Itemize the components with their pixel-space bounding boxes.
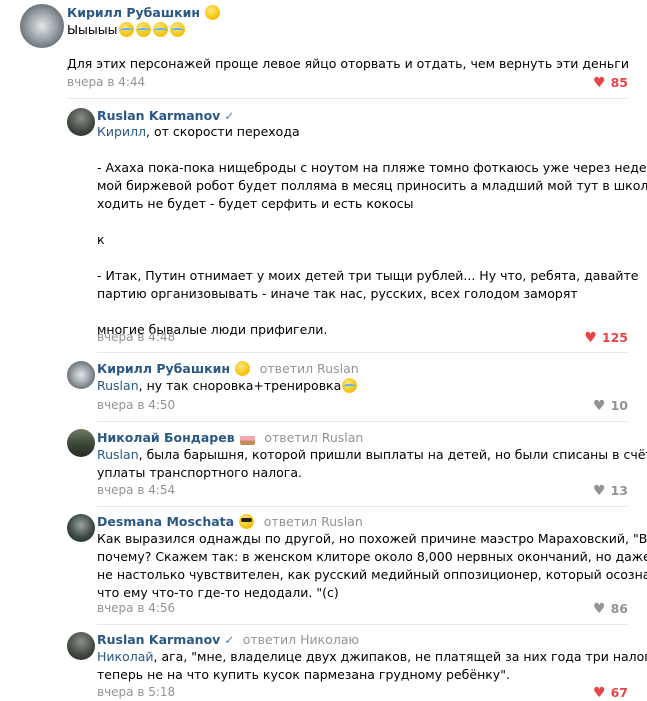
comment-time[interactable]: вчера в 4:56 (97, 601, 175, 615)
laughing-emoji-icon (152, 22, 168, 37)
avatar[interactable] (20, 4, 64, 48)
relieved-emoji-icon (235, 361, 251, 376)
divider (97, 352, 628, 353)
replied-to[interactable]: ответил Ruslan (260, 361, 359, 376)
comment-author[interactable]: Ruslan Karmanov ✓ (97, 108, 234, 123)
comment-author[interactable]: Кирилл Рубашкин (67, 5, 221, 20)
heart-icon: ♥ (593, 482, 606, 499)
avatar[interactable] (67, 429, 95, 457)
divider (97, 506, 628, 507)
comment-author[interactable]: Николай Бондарев ответил Ruslan (97, 430, 363, 445)
like-count: 86 (610, 601, 628, 616)
comment-author[interactable]: Кирилл Рубашкин ответил Ruslan (97, 361, 359, 376)
heart-icon: ♥ (584, 329, 597, 346)
comment-time[interactable]: вчера в 4:54 (97, 483, 175, 497)
comment-author[interactable]: Ruslan Karmanov ✓ ответил Николаю (97, 632, 359, 647)
avatar[interactable] (67, 514, 95, 542)
like-count: 10 (610, 398, 628, 413)
like-button[interactable]: ♥ 13 (593, 483, 628, 498)
like-button[interactable]: ♥ 85 (593, 75, 628, 90)
heart-icon: ♥ (593, 600, 606, 617)
comment-first-line: Ыыыыы (67, 21, 186, 39)
like-button[interactable]: ♥ 86 (593, 601, 628, 616)
comment-author[interactable]: Desmana Moschata ответил Ruslan (97, 514, 363, 529)
comment-text: Кирилл, от скорости перехода - Ахаха пок… (97, 124, 647, 337)
comment-text: Николай, ага, "мне, владелице двух джипа… (97, 649, 647, 682)
verified-check-icon: ✓ (224, 109, 235, 123)
verified-check-icon: ✓ (224, 633, 235, 647)
comment-time[interactable]: вчера в 4:44 (67, 75, 145, 89)
comment-time[interactable]: вчера в 4:48 (97, 330, 175, 344)
like-count: 125 (601, 330, 628, 345)
divider (67, 98, 628, 99)
divider (97, 421, 628, 422)
mention-link[interactable]: Ruslan (97, 447, 139, 462)
avatar[interactable] (67, 632, 95, 660)
cake-emoji-icon (239, 430, 255, 445)
mention-link[interactable]: Кирилл (97, 124, 146, 139)
like-count: 67 (610, 685, 628, 700)
comment-time[interactable]: вчера в 4:50 (97, 398, 175, 412)
like-count: 85 (610, 75, 628, 90)
relieved-emoji-icon (205, 5, 221, 20)
replied-to[interactable]: ответил Ruslan (264, 514, 363, 529)
avatar[interactable] (67, 108, 95, 136)
like-button[interactable]: ♥ 10 (593, 398, 628, 413)
sunglasses-emoji-icon (239, 514, 255, 529)
mention-link[interactable]: Ruslan (97, 378, 139, 393)
like-button[interactable]: ♥ 67 (593, 685, 628, 700)
laughing-emoji-icon (135, 22, 151, 37)
comment-text: Как выразился однажды по другой, но похо… (97, 531, 647, 600)
avatar[interactable] (67, 361, 95, 389)
heart-icon: ♥ (593, 74, 606, 91)
comment-text: Для этих персонажей проще левое яйцо ото… (67, 56, 629, 71)
comment-text: Ruslan, была барышня, которой пришли вып… (97, 447, 647, 480)
mention-link[interactable]: Николай (97, 649, 154, 664)
like-count: 13 (610, 483, 628, 498)
laughing-emoji-icon (118, 22, 134, 37)
comment-text: Ruslan, ну так сноровка+тренировка (97, 377, 358, 395)
laughing-emoji-icon (342, 378, 358, 393)
heart-icon: ♥ (593, 397, 606, 414)
replied-to[interactable]: ответил Ruslan (264, 430, 363, 445)
laughing-emoji-icon (169, 22, 185, 37)
replied-to[interactable]: ответил Николаю (243, 632, 359, 647)
like-button[interactable]: ♥ 125 (584, 330, 628, 345)
divider (97, 624, 628, 625)
